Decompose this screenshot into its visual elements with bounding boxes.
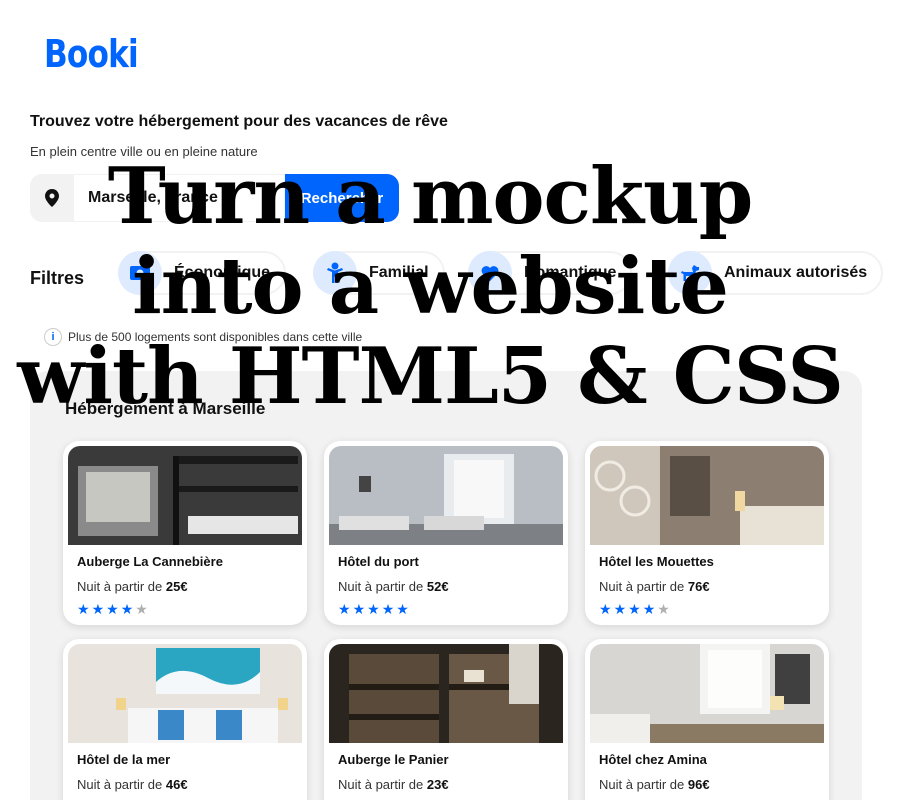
star-filled-icon: ★: [91, 601, 105, 617]
listing-section: Hébergement à Marseille Auberge La Canne…: [30, 371, 862, 800]
info-icon: i: [44, 328, 62, 346]
hotel-photo: [68, 446, 302, 545]
hotel-price: Nuit à partir de 96€: [599, 777, 710, 792]
filter-label: Familial: [369, 264, 429, 281]
hotel-photo: [68, 644, 302, 743]
star-filled-icon: ★: [120, 601, 134, 617]
page-subline: En plein centre ville ou en pleine natur…: [30, 144, 258, 159]
star-filled-icon: ★: [338, 601, 351, 617]
child-icon: [313, 251, 357, 295]
star-filled-icon: ★: [77, 601, 90, 617]
hotel-photo: [590, 644, 824, 743]
hotel-name: Hôtel chez Amina: [599, 752, 707, 767]
filter-animaux[interactable]: Animaux autorisés: [668, 251, 884, 295]
filter-label: Romantique: [524, 264, 617, 281]
filter-familial[interactable]: Familial: [313, 251, 445, 295]
search-button[interactable]: Rechercher: [285, 174, 399, 222]
listing-card[interactable]: Hôtel du port Nuit à partir de 52€ ★ ★ ★ ★ ★: [324, 441, 568, 625]
star-filled-icon: ★: [381, 601, 395, 617]
hotel-name: Hôtel du port: [338, 554, 419, 569]
filter-label: Économique: [174, 264, 271, 281]
star-filled-icon: ★: [628, 601, 641, 617]
star-empty-icon: ★: [657, 601, 670, 617]
search-bar: Marseille, France Rechercher: [30, 174, 399, 222]
hotel-name: Hôtel de la mer: [77, 752, 171, 767]
filters-label: Filtres: [30, 268, 85, 288]
star-filled-icon: ★: [396, 601, 409, 617]
hotel-name: Auberge le Panier: [338, 752, 449, 767]
dog-icon: [668, 251, 712, 295]
star-filled-icon: ★: [613, 601, 627, 617]
money-icon: [118, 251, 162, 295]
location-pin-icon: [30, 174, 73, 222]
page-tagline: Trouvez votre hébergement pour des vacan…: [30, 113, 448, 130]
filter-label: Animaux autorisés: [724, 264, 868, 281]
listing-card[interactable]: Hôtel de la mer Nuit à partir de 46€ ★★★…: [63, 639, 307, 800]
hotel-photo: [329, 644, 563, 743]
star-filled-icon: ★: [599, 601, 612, 617]
star-empty-icon: ★: [135, 601, 148, 617]
star-filled-icon: ★: [106, 601, 119, 617]
info-notice: i Plus de 500 logements sont disponibles…: [44, 328, 362, 346]
filter-economique[interactable]: Économique: [118, 251, 287, 295]
info-text: Plus de 500 logements sont disponibles d…: [68, 330, 363, 344]
listing-card[interactable]: Auberge le Panier Nuit à partir de 23€ ★…: [324, 639, 568, 800]
search-input[interactable]: Marseille, France: [73, 174, 285, 222]
filter-romantique[interactable]: Romantique: [468, 251, 633, 295]
star-filled-icon: ★: [352, 601, 366, 617]
hotel-price: Nuit à partir de 52€: [338, 579, 449, 594]
star-filled-icon: ★: [642, 601, 656, 617]
hotel-name: Hôtel les Mouettes: [599, 554, 714, 569]
hotel-price: Nuit à partir de 46€: [77, 777, 188, 792]
hotel-photo: [590, 446, 824, 545]
listing-title: Hébergement à Marseille: [65, 399, 266, 418]
listing-card[interactable]: Hôtel chez Amina Nuit à partir de 96€ ★★…: [585, 639, 829, 800]
booki-logo[interactable]: Booki: [44, 32, 139, 76]
hotel-price: Nuit à partir de 23€: [338, 777, 449, 792]
hotel-price: Nuit à partir de 76€: [599, 579, 710, 594]
heart-icon: [468, 251, 512, 295]
star-rating: ★ ★ ★ ★ ★: [599, 602, 824, 616]
listing-card[interactable]: Auberge La Cannebière Nuit à partir de 2…: [63, 441, 307, 625]
star-rating: ★ ★ ★ ★ ★: [338, 602, 563, 616]
hotel-price: Nuit à partir de 25€: [77, 579, 188, 594]
star-rating: ★ ★ ★ ★ ★: [77, 602, 302, 616]
listing-card[interactable]: Hôtel les Mouettes Nuit à partir de 76€ …: [585, 441, 829, 625]
hotel-photo: [329, 446, 563, 545]
hotel-name: Auberge La Cannebière: [77, 554, 223, 569]
star-filled-icon: ★: [367, 601, 380, 617]
